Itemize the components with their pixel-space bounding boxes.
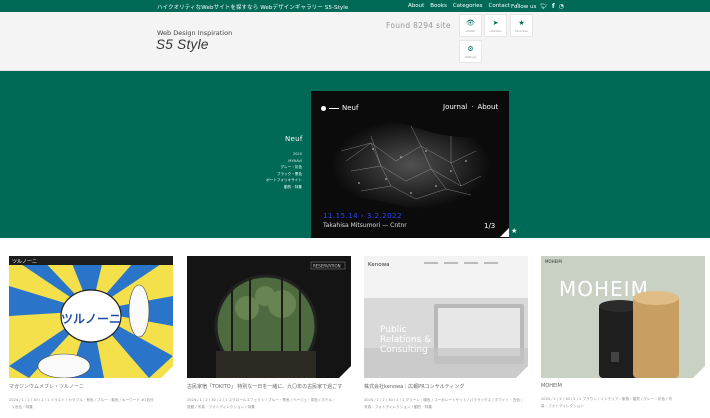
manga-artwork: ツルノーニ ツルノーニ [9, 256, 173, 378]
facebook-icon[interactable]: f [552, 3, 555, 10]
tokito-menu: RESERVATION [313, 264, 341, 269]
logo-line-icon [329, 107, 339, 109]
nav-categories[interactable]: Categories [453, 3, 483, 9]
site-card[interactable]: RESERVATION 古民家宿「TOKITO」 特別な一日を一緒に、九〇年の古… [187, 256, 351, 411]
top-bar: ハイクオリティなWebサイトを探すなら Webデザインギャラリー S5-Styl… [0, 0, 710, 12]
updated-label: Updated [489, 28, 502, 33]
found-count: 8294 [413, 21, 434, 30]
card-title[interactable]: マガジンウムメブレ・ツルノーニ [9, 383, 173, 390]
follow-label: Follow us [511, 3, 537, 10]
featured-tag-portfolio[interactable]: ポートフォリオサイト [266, 177, 302, 184]
moheim-brand: MOHEIM [545, 259, 562, 264]
frame-nav-separator: · [471, 103, 474, 111]
card-meta-line: 2024 / 1 / 2 / 30 / 2 / 1 グリーン・緑色 / コーポレ… [364, 398, 523, 402]
found-label: Found [386, 21, 411, 30]
card-meta: 2024 / 1 / 2 / 30 / 2 / 1 ブラウン / インテリア・家… [541, 396, 705, 410]
card-thumbnail[interactable]: MOHEIM MOHEIM [541, 256, 705, 378]
card-meta-line: 真・フォトディレクション [541, 404, 584, 408]
card-thumbnail[interactable]: Kenowa Public Relations & Consulting [364, 256, 528, 378]
manga-logo: ツルノーニ [61, 312, 121, 326]
frame-nav: Journal · About [443, 103, 498, 111]
frame-pager: 1/3 [484, 222, 496, 230]
card-title[interactable]: 古民家宿「TOKITO」 特別な一日を一緒に、九〇年の古民家で過ごす [187, 383, 351, 390]
kenowa-headline-3: Consulting [380, 345, 428, 355]
card-meta: 2024 / 1 / 2 / 30 / 2 / 1 グリーン・緑色 / コーポレ… [364, 397, 528, 411]
visited-button[interactable]: 👁︎ Visited [459, 14, 482, 37]
kenowa-brand: Kenowa [368, 262, 389, 268]
card-meta-line: 2024 / 1 / 2 / 30 / 2 / 1 ブラウン / インテリア・家… [541, 397, 673, 401]
site-card[interactable]: Kenowa Public Relations & Consulting 株式会… [364, 256, 528, 411]
top-nav: About Books Categories Contact / [408, 3, 518, 9]
eye-icon: 👁︎ [466, 18, 475, 27]
tokito-artwork: RESERVATION [187, 256, 351, 378]
star-icon: ★ [518, 18, 525, 27]
featured-title[interactable]: Neuf [285, 135, 303, 143]
card-meta-line: 写真・フォトディレクション / 動的・特集 [364, 405, 432, 409]
kenowa-headline-2: Relations & [380, 335, 431, 345]
featured-meta: 2020 MYNAVI グレー・灰色 ブラック・黒色 ポートフォリオサイト 動的… [266, 151, 302, 190]
frame-caption: Takahisa Mitsumori — Cntnr [323, 222, 407, 229]
site-logo[interactable]: S5 Style [156, 37, 209, 52]
frame-logo: Neuf [321, 104, 358, 112]
settings-button[interactable]: ⚙ Settings [459, 40, 482, 63]
rss-icon[interactable]: ◔ [559, 3, 564, 10]
card-meta-line: 2024 / 1 / 2 / 30 / 2 / 1 イラスト / カラフル・有色… [9, 398, 154, 402]
site-count: Found 8294 site [386, 21, 451, 30]
card-thumbnail[interactable]: ツルノーニ ツルノーニ [9, 256, 173, 378]
visited-label: Visited [465, 28, 476, 33]
site-tagline: ハイクオリティなWebサイトを探すなら Webデザインギャラリー S5-Styl… [157, 5, 349, 11]
twitter-icon[interactable]: 🐦︎ [540, 3, 548, 10]
card-thumbnail[interactable]: RESERVATION [187, 256, 351, 378]
kenowa-headline-1: Public [380, 325, 407, 335]
navigation-arrow-icon: ➤ [492, 18, 499, 27]
featured-hero: Neuf 2020 MYNAVI グレー・灰色 ブラック・黒色 ポートフォリオサ… [0, 71, 710, 238]
frame-nav-about: About [477, 103, 499, 111]
frame-nav-journal: Journal [443, 103, 468, 111]
card-meta: 2024 / 1 / 2 / 30 / 2 / 1 スクロールエフェクト / ブ… [187, 397, 351, 411]
favorite-star-icon[interactable]: ★ [511, 227, 517, 235]
nav-books[interactable]: Books [430, 3, 447, 9]
card-meta-line: 2024 / 1 / 2 / 30 / 2 / 1 スクロールエフェクト / ブ… [187, 398, 336, 402]
card-meta-line: 旅館 / 写真・フォトディレクション / 特集 [187, 405, 255, 409]
favorites-button[interactable]: ★ Favorites [510, 14, 533, 37]
kenowa-artwork: Kenowa Public Relations & Consulting [364, 256, 528, 378]
featured-screenshot[interactable]: Neuf Journal · About 11.15.14 › 3.2.2022… [311, 91, 509, 238]
card-meta-line: · リ出伝・特集 [9, 405, 33, 409]
featured-tag-motion[interactable]: 動的・特集 [266, 184, 302, 191]
header-subtitle: Web Design Inspiration [157, 29, 233, 37]
nav-about[interactable]: About [408, 3, 424, 9]
frame-logo-text: Neuf [342, 104, 359, 112]
manga-top: ツルノーニ [12, 259, 37, 265]
site-card[interactable]: MOHEIM MOHEIM MOHEIM 2024 / 1 / 2 / 30 /… [541, 256, 705, 410]
updated-button[interactable]: ➤ Updated [484, 14, 507, 37]
follow-us: Follow us 🐦︎ f ◔ [511, 3, 564, 10]
logo-dot-icon [321, 105, 326, 111]
frame-date: 11.15.14 › 3.2.2022 [323, 212, 403, 220]
moheim-artwork: MOHEIM MOHEIM [541, 256, 705, 378]
gear-icon: ⚙ [467, 44, 474, 53]
settings-label: Settings [464, 54, 477, 59]
site-card[interactable]: ツルノーニ ツルノーニ マガジンウムメブレ・ツルノーニ 2024 / 1 / 2… [9, 256, 173, 411]
card-meta: 2024 / 1 / 2 / 30 / 2 / 1 イラスト / カラフル・有色… [9, 397, 173, 411]
site-header: Web Design Inspiration S5 Style Found 82… [0, 12, 710, 71]
card-title[interactable]: MOHEIM [541, 383, 705, 389]
nav-contact[interactable]: Contact [488, 3, 509, 9]
card-title[interactable]: 株式会社kenowa｜広報PRコンサルティング [364, 383, 528, 390]
favorites-label: Favorites [515, 28, 528, 33]
found-unit: site [436, 21, 451, 30]
